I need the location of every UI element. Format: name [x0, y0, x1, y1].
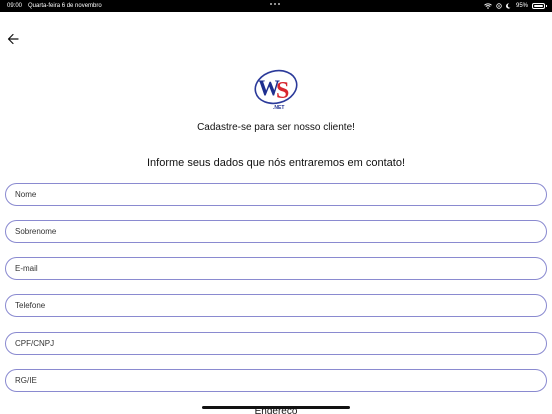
- cpf-cnpj-input[interactable]: [5, 332, 547, 355]
- email-input[interactable]: [5, 257, 547, 280]
- location-icon: [496, 3, 502, 9]
- status-left: 09:00 Quarta-feira 6 de novembro: [7, 3, 102, 9]
- multitasking-dots-icon[interactable]: [270, 3, 280, 5]
- battery-fill: [534, 5, 543, 7]
- battery-percent: 95%: [515, 3, 528, 9]
- status-time: 09:00: [7, 3, 23, 9]
- ws-net-logo: W S .NET: [254, 69, 298, 111]
- wifi-icon: [484, 3, 492, 9]
- last-name-input[interactable]: [5, 220, 547, 243]
- svg-text:.NET: .NET: [273, 105, 284, 111]
- signup-subtitle: Cadastre-se para ser nosso cliente!: [197, 122, 355, 133]
- status-date: Quarta-feira 6 de novembro: [28, 3, 102, 9]
- moon-icon: [506, 3, 511, 9]
- rg-ie-input[interactable]: [5, 369, 547, 392]
- arrow-left-icon: [7, 33, 19, 45]
- battery-icon: [532, 3, 547, 9]
- phone-input[interactable]: [5, 294, 547, 317]
- home-indicator[interactable]: [202, 406, 350, 409]
- status-right: 95%: [484, 3, 547, 9]
- status-bar: 09:00 Quarta-feira 6 de novembro 95%: [0, 0, 552, 12]
- first-name-input[interactable]: [5, 183, 547, 206]
- back-button[interactable]: [6, 32, 20, 46]
- svg-text:S: S: [276, 78, 289, 104]
- info-text: Informe seus dados que nós entraremos em…: [146, 157, 406, 169]
